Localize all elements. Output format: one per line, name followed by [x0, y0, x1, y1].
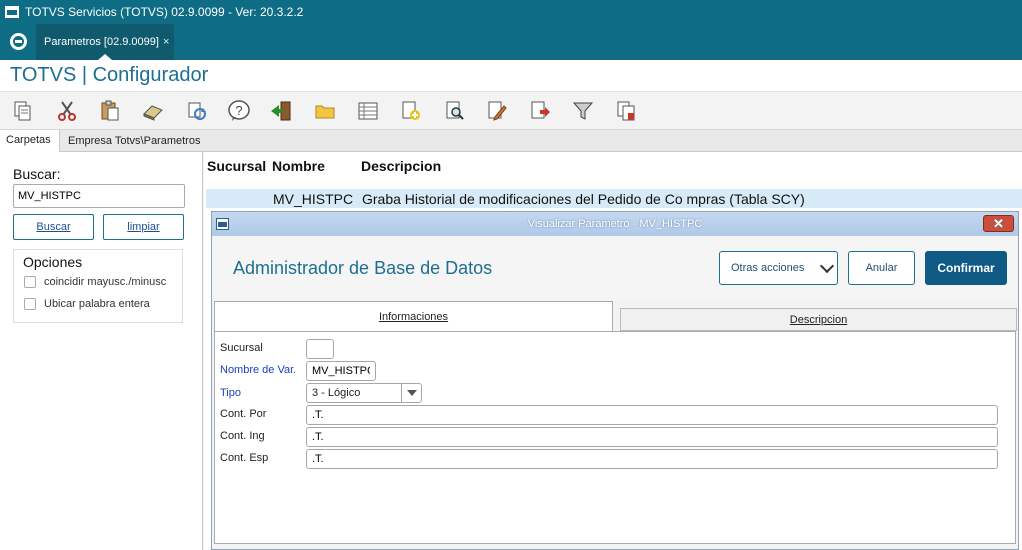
checkbox-label: coincidir mayusc./minusc [44, 276, 167, 288]
dialog-title: Visualizar Parametro - MV_HISTPC [527, 218, 703, 230]
dropdown-arrow-icon[interactable] [407, 390, 417, 396]
sucursal-field[interactable] [306, 339, 334, 359]
filter-icon[interactable] [570, 98, 596, 124]
copy-document-icon[interactable] [613, 98, 639, 124]
column-header-sucursal[interactable]: Sucursal [207, 158, 266, 174]
tab-close-icon[interactable]: × [163, 36, 169, 48]
whole-word-checkbox[interactable]: Ubicar palabra entera [24, 298, 150, 310]
otras-acciones-label: Otras acciones [731, 262, 805, 274]
column-header-nombre[interactable]: Nombre [272, 158, 325, 174]
table-row-selected[interactable]: MV_HISTPC Graba Historial de modificacio… [206, 189, 1022, 208]
tab-informaciones-label: Informaciones [378, 311, 449, 323]
eraser-icon[interactable] [140, 98, 166, 124]
otras-acciones-button[interactable]: Otras acciones [719, 251, 838, 285]
totvs-logo-icon[interactable] [10, 33, 27, 50]
search-input[interactable] [13, 184, 185, 208]
checkbox-box[interactable] [24, 276, 36, 288]
app-header: TOTVS | Configurador [0, 60, 1022, 92]
tab-parametros[interactable]: Parametros [02.9.0099] × [36, 24, 174, 60]
cont-esp-field[interactable] [306, 449, 998, 469]
app-title: TOTVS | Configurador [10, 64, 209, 86]
export-document-icon[interactable] [527, 98, 553, 124]
tab-descripcion[interactable]: Descripcion [620, 308, 1017, 331]
dialog-window-icon [216, 218, 229, 230]
opciones-group: Opciones coincidir mayusc./minusc Ubicar… [13, 249, 183, 323]
window-title: TOTVS Servicios (TOTVS) 02.9.0099 - Ver:… [25, 5, 304, 19]
informaciones-panel: Sucursal Nombre de Var. Tipo 3 - Lógico … [214, 331, 1016, 544]
exit-door-icon[interactable] [268, 98, 294, 124]
tab-empresa-parametros[interactable]: Empresa Totvs\Parametros [60, 130, 1022, 152]
nombre-var-label: Nombre de Var. [220, 364, 297, 376]
dialog-heading: Administrador de Base de Datos [233, 258, 493, 278]
row-nombre: MV_HISTPC [273, 191, 354, 207]
tab-informaciones[interactable]: Informaciones [214, 301, 613, 331]
list-view-icon[interactable] [355, 98, 381, 124]
cont-por-field[interactable] [306, 405, 998, 425]
row-descripcion: Graba Historial de modificaciones del Pe… [362, 191, 805, 207]
tipo-select[interactable]: 3 - Lógico [306, 383, 422, 403]
add-document-icon[interactable] [398, 98, 424, 124]
dialog-close-button[interactable]: ✕ [983, 215, 1014, 232]
checkbox-box[interactable] [24, 298, 36, 310]
dialog-title-bar: Visualizar Parametro - MV_HISTPC ✕ [212, 212, 1018, 236]
nombre-var-field[interactable] [306, 361, 376, 381]
column-header-descripcion[interactable]: Descripcion [361, 158, 441, 174]
search-document-icon[interactable] [442, 98, 468, 124]
limpiar-button[interactable]: limpiar [103, 214, 184, 240]
cont-ing-label: Cont. Ing [220, 430, 265, 442]
help-icon[interactable]: ? [226, 98, 252, 124]
confirmar-button[interactable]: Confirmar [925, 251, 1007, 285]
folder-icon[interactable] [312, 98, 338, 124]
anular-button[interactable]: Anular [848, 251, 915, 285]
checkbox-label: Ubicar palabra entera [44, 298, 150, 310]
cut-icon[interactable] [54, 98, 80, 124]
dialog-header: Administrador de Base de Datos Otras acc… [212, 236, 1018, 300]
chevron-down-icon [819, 258, 835, 274]
refresh-icon[interactable] [184, 98, 210, 124]
visualizar-parametro-dialog: Visualizar Parametro - MV_HISTPC ✕ Admin… [211, 211, 1019, 550]
cont-ing-field[interactable] [306, 427, 998, 447]
paste-icon[interactable] [97, 98, 123, 124]
tipo-label: Tipo [220, 387, 241, 399]
buscar-button[interactable]: Buscar [13, 214, 94, 240]
cont-por-label: Cont. Por [220, 408, 267, 420]
edit-document-icon[interactable] [484, 98, 510, 124]
sucursal-label: Sucursal [220, 342, 263, 354]
tab-descripcion-label: Descripcion [789, 314, 848, 326]
case-sensitive-checkbox[interactable]: coincidir mayusc./minusc [24, 276, 166, 288]
window-title-bar: TOTVS Servicios (TOTVS) 02.9.0099 - Ver:… [0, 0, 1022, 24]
app-window-icon [5, 6, 19, 18]
tab-label: Parametros [02.9.0099] [44, 36, 159, 48]
tab-bar: Parametros [02.9.0099] × [0, 24, 1022, 60]
copy-icon[interactable] [10, 98, 36, 124]
search-label: Buscar: [13, 166, 61, 182]
select-separator [401, 384, 402, 402]
cont-esp-label: Cont. Esp [220, 452, 269, 464]
tab-carpetas[interactable]: Carpetas [0, 130, 60, 152]
tipo-value: 3 - Lógico [312, 387, 361, 399]
svg-text:?: ? [235, 103, 242, 118]
opciones-title: Opciones [23, 254, 83, 270]
toolbar: ? [0, 92, 1022, 130]
